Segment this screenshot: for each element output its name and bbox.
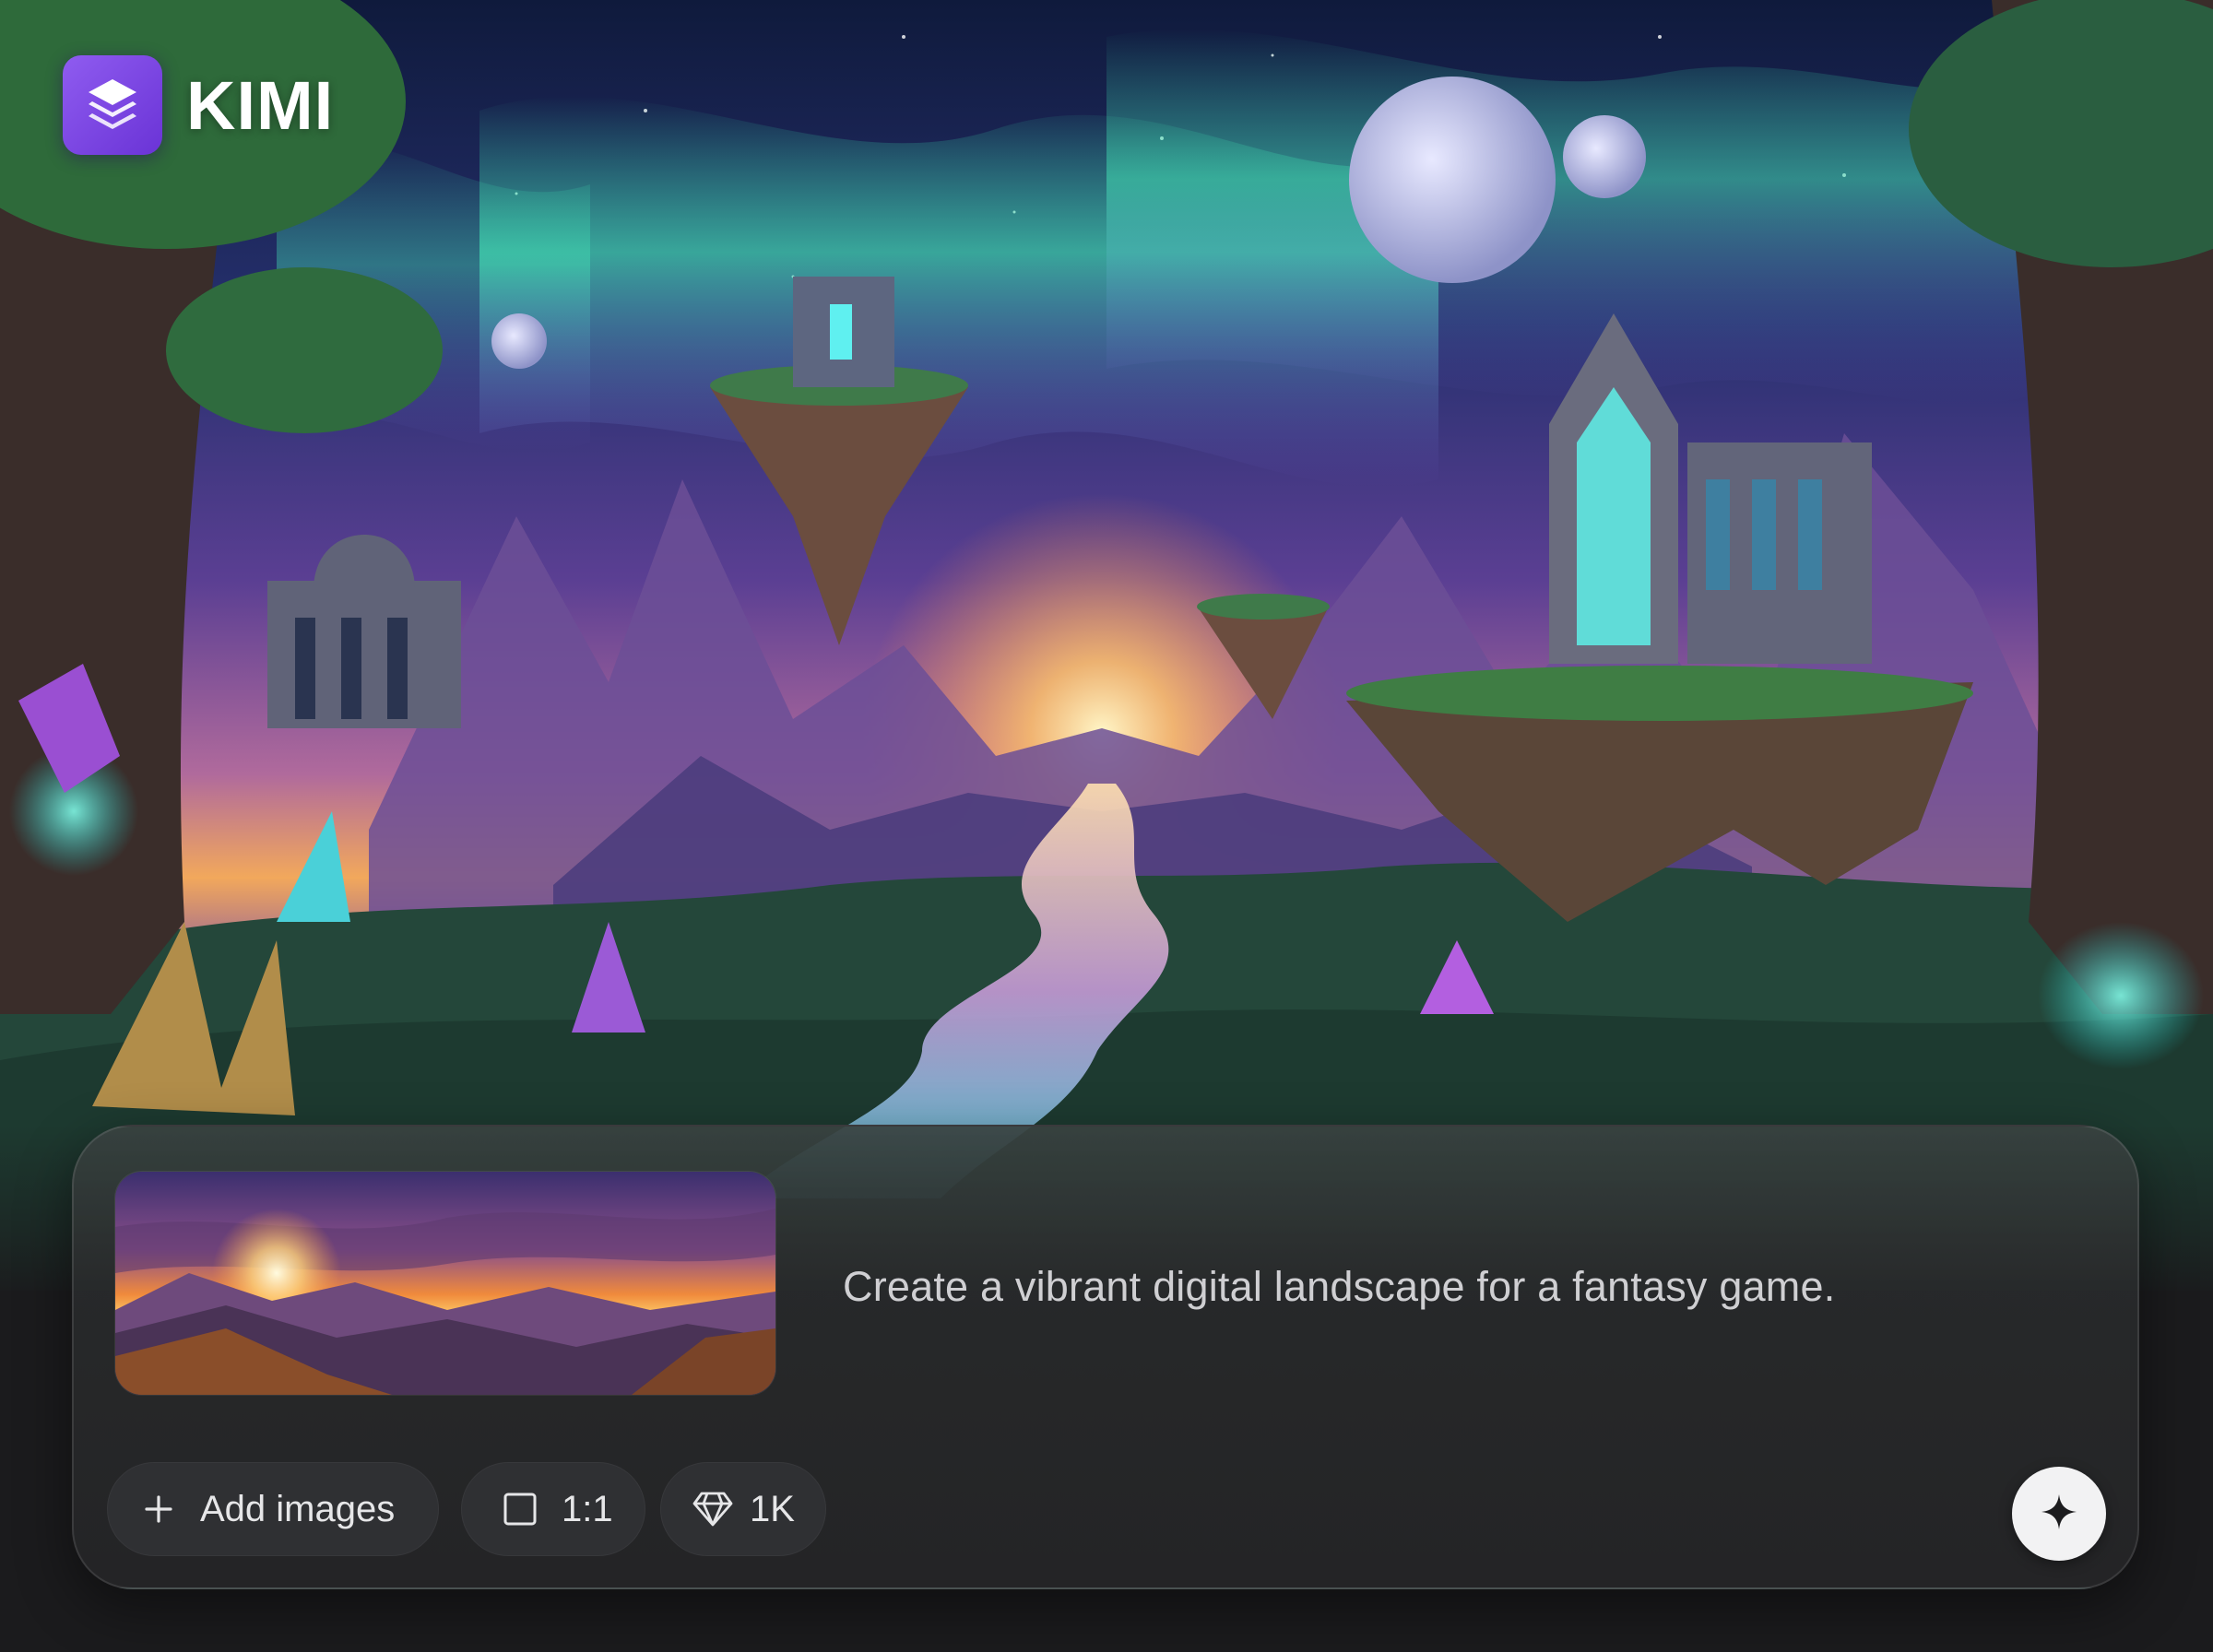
prompt-composer: Create a vibrant digital landscape for a… [72,1125,2139,1589]
generated-image [0,0,2213,1291]
aspect-ratio-button[interactable]: 1:1 [461,1462,645,1556]
plus-icon [143,1493,174,1525]
sparkle-icon [2039,1492,2079,1537]
resolution-button[interactable]: 1K [660,1462,826,1556]
resolution-label: 1K [750,1488,795,1529]
reference-image-thumbnail[interactable] [114,1171,776,1396]
prompt-text[interactable]: Create a vibrant digital landscape for a… [843,1263,1835,1311]
square-icon [503,1492,538,1527]
aspect-ratio-label: 1:1 [562,1488,613,1529]
add-images-label: Add images [200,1488,396,1529]
layers-icon [63,55,162,155]
generate-button[interactable] [2012,1467,2106,1561]
add-images-button[interactable]: Add images [107,1462,439,1556]
app-logo[interactable]: KIMI [63,55,334,155]
diamond-icon [692,1491,733,1528]
brand-name: KIMI [186,66,335,144]
